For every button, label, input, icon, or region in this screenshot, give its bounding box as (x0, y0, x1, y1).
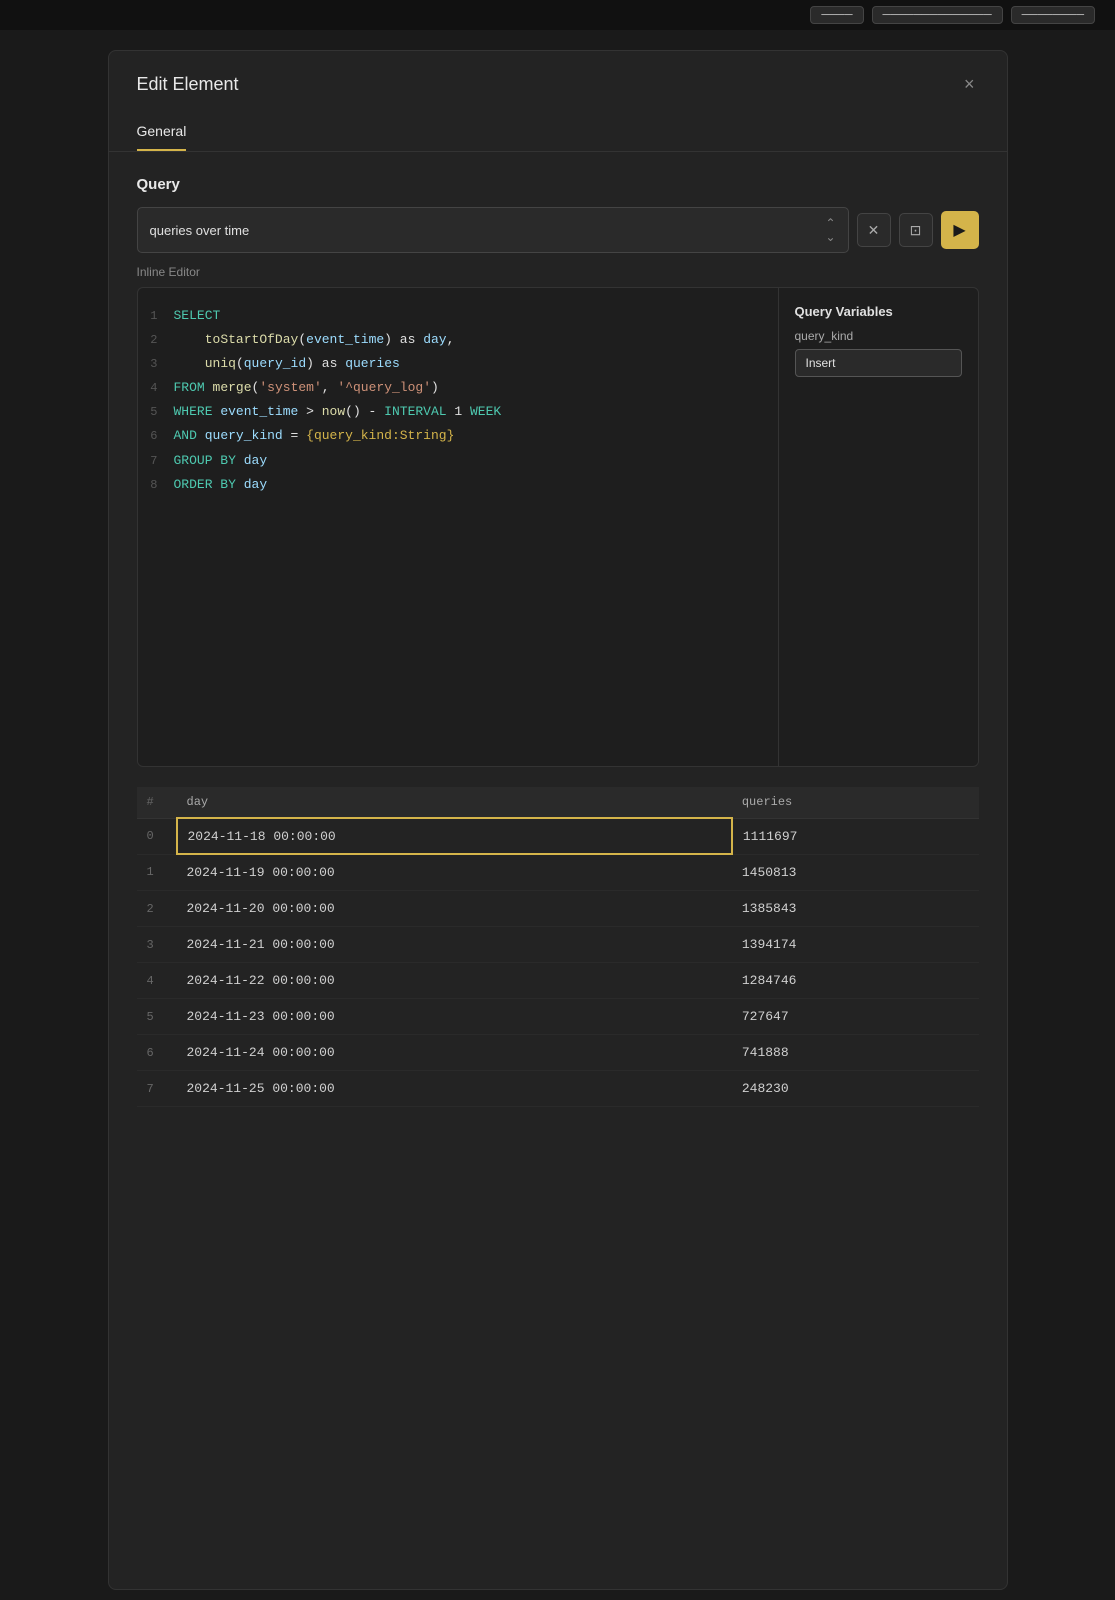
topbar-btn-1[interactable]: ──── (810, 6, 863, 24)
cell-day: 2024-11-21 00:00:00 (177, 927, 732, 963)
save-button[interactable]: ⊡ (899, 213, 933, 247)
code-line-4: 4 FROM merge('system', '^query_log') (138, 376, 778, 400)
close-icon: ✕ (868, 222, 880, 239)
tab-general[interactable]: General (137, 113, 187, 151)
col-header-queries: queries (732, 787, 979, 818)
query-kind-label: query_kind (795, 329, 962, 343)
cell-day: 2024-11-23 00:00:00 (177, 999, 732, 1035)
query-variables-title: Query Variables (795, 304, 962, 319)
cell-queries: 248230 (732, 1071, 979, 1107)
close-button[interactable]: × (960, 71, 979, 97)
code-line-7: 7 GROUP BY day (138, 449, 778, 473)
table-row: 12024-11-19 00:00:001450813 (137, 854, 979, 891)
col-header-index: # (137, 787, 177, 818)
cell-day: 2024-11-19 00:00:00 (177, 854, 732, 891)
table-row: 42024-11-22 00:00:001284746 (137, 963, 979, 999)
modal-header: Edit Element × (109, 51, 1007, 113)
cell-day: 2024-11-18 00:00:00 (177, 818, 732, 854)
table-row: 62024-11-24 00:00:00741888 (137, 1035, 979, 1071)
edit-element-modal: Edit Element × General Query queries ove… (108, 50, 1008, 1590)
cell-index: 5 (137, 999, 177, 1035)
cell-index: 0 (137, 818, 177, 854)
cell-index: 4 (137, 963, 177, 999)
table-row: 22024-11-20 00:00:001385843 (137, 891, 979, 927)
top-bar: ──── ────────────── ──────── (0, 0, 1115, 30)
code-line-1: 1 SELECT (138, 304, 778, 328)
cell-day: 2024-11-22 00:00:00 (177, 963, 732, 999)
topbar-btn-2[interactable]: ────────────── (872, 6, 1003, 24)
topbar-btn-3[interactable]: ──────── (1011, 6, 1095, 24)
clear-button[interactable]: ✕ (857, 213, 891, 247)
code-line-3: 3 uniq(query_id) as queries (138, 352, 778, 376)
chevron-down-icon: ⌃⌄ (825, 216, 835, 244)
run-button[interactable]: ▶ (941, 211, 979, 249)
cell-queries: 741888 (732, 1035, 979, 1071)
code-line-2: 2 toStartOfDay(event_time) as day, (138, 328, 778, 352)
cell-index: 2 (137, 891, 177, 927)
code-line-8: 8 ORDER BY day (138, 473, 778, 497)
code-line-5: 5 WHERE event_time > now() - INTERVAL 1 … (138, 400, 778, 424)
cell-day: 2024-11-24 00:00:00 (177, 1035, 732, 1071)
query-bar: queries over time ⌃⌄ ✕ ⊡ ▶ (137, 207, 979, 253)
table-row: 02024-11-18 00:00:001111697 (137, 818, 979, 854)
query-section: Query queries over time ⌃⌄ ✕ ⊡ ▶ Inline … (109, 176, 1007, 1107)
results-table: # day queries 02024-11-18 00:00:00111169… (137, 787, 979, 1107)
code-line-6: 6 AND query_kind = {query_kind:String} (138, 424, 778, 448)
cell-queries: 1385843 (732, 891, 979, 927)
play-icon: ▶ (953, 220, 965, 240)
modal-title: Edit Element (137, 74, 239, 95)
cell-queries: 1450813 (732, 854, 979, 891)
results-container: # day queries 02024-11-18 00:00:00111169… (137, 787, 979, 1107)
cell-index: 7 (137, 1071, 177, 1107)
code-area[interactable]: 1 SELECT 2 toStartOfDay(event_time) as d… (138, 288, 778, 766)
query-variables-panel: Query Variables query_kind (778, 288, 978, 766)
cell-index: 1 (137, 854, 177, 891)
table-row: 32024-11-21 00:00:001394174 (137, 927, 979, 963)
cell-queries: 727647 (732, 999, 979, 1035)
cell-queries: 1111697 (732, 818, 979, 854)
cell-day: 2024-11-20 00:00:00 (177, 891, 732, 927)
query-name: queries over time (150, 223, 250, 238)
table-header-row: # day queries (137, 787, 979, 818)
col-header-day: day (177, 787, 732, 818)
tabs-container: General (109, 113, 1007, 152)
table-row: 72024-11-25 00:00:00248230 (137, 1071, 979, 1107)
cell-index: 6 (137, 1035, 177, 1071)
save-icon: ⊡ (910, 222, 922, 239)
table-row: 52024-11-23 00:00:00727647 (137, 999, 979, 1035)
cell-day: 2024-11-25 00:00:00 (177, 1071, 732, 1107)
query-selector[interactable]: queries over time ⌃⌄ (137, 207, 849, 253)
cell-queries: 1394174 (732, 927, 979, 963)
inline-editor-label: Inline Editor (137, 265, 979, 279)
cell-index: 3 (137, 927, 177, 963)
query-kind-input[interactable] (795, 349, 962, 377)
code-editor[interactable]: 1 SELECT 2 toStartOfDay(event_time) as d… (137, 287, 979, 767)
query-section-title: Query (137, 176, 979, 193)
cell-queries: 1284746 (732, 963, 979, 999)
